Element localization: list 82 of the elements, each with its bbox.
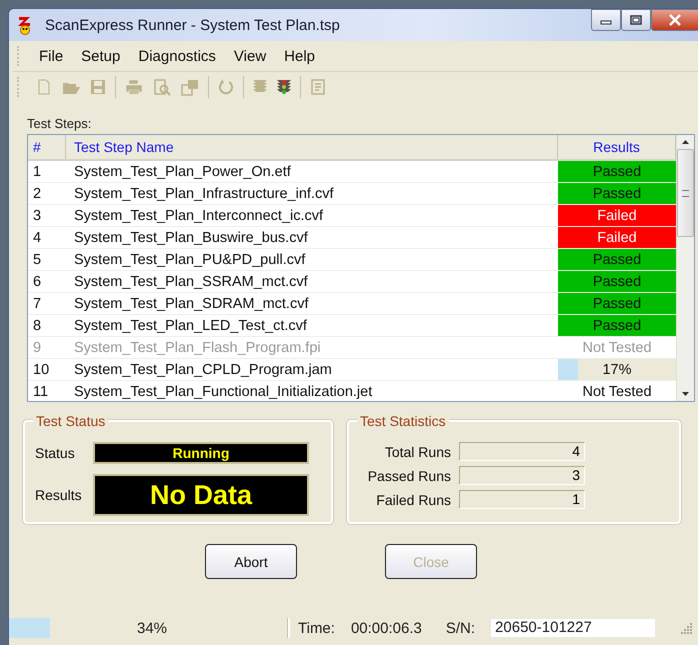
section-label: Test Steps: — [27, 116, 92, 131]
table-row[interactable]: 4 System_Test_Plan_Buswire_bus.cvf Failed — [28, 227, 676, 249]
printer-icon — [124, 78, 144, 96]
table-cell-text: System_Test_Plan_Interconnect_ic.cvf — [73, 206, 324, 226]
report-icon — [309, 78, 327, 96]
table-cell-text: 6 — [32, 272, 42, 292]
table-row[interactable]: 6 System_Test_Plan_SSRAM_mct.cvf Passed — [28, 271, 676, 293]
table-cell-text: System_Test_Plan_LED_Test_ct.cvf — [73, 316, 308, 336]
maximize-button[interactable] — [621, 9, 651, 31]
traffic-light-icon — [276, 77, 292, 97]
table-cell-text: System_Test_Plan_Power_On.etf — [73, 162, 292, 182]
serial-number-field: 20650-101227 — [491, 619, 656, 637]
table-cell-text: 3 — [32, 206, 42, 226]
table-row[interactable]: 7 System_Test_Plan_SDRAM_mct.cvf Passed — [28, 293, 676, 315]
dialog-button[interactable]: Abort — [205, 544, 297, 579]
field-label: Total Runs — [384, 444, 451, 460]
table-cell-text: 11 — [32, 382, 50, 401]
result-cell: Passed — [558, 315, 676, 336]
menu-item[interactable]: File — [30, 46, 72, 66]
table-row[interactable]: 8 System_Test_Plan_LED_Test_ct.cvf Passed — [28, 315, 676, 337]
table-cell-text: System_Test_Plan_CPLD_Program.jam — [73, 360, 333, 380]
result-cell: Failed — [558, 205, 676, 226]
field-label: Results — [35, 487, 83, 503]
table-row[interactable]: 10 System_Test_Plan_CPLD_Program.jam 17% — [28, 359, 676, 381]
window-title: ScanExpress Runner - System Test Plan.tsp — [45, 16, 341, 34]
table-cell-text: System_Test_Plan_Flash_Program.fpi — [73, 338, 322, 358]
table-cell-text: 2 — [32, 184, 42, 204]
table-row[interactable]: 11 System_Test_Plan_Functional_Initialization.jet Not Tested — [28, 381, 676, 401]
value-field: 3 — [459, 466, 585, 485]
field-label: Passed Runs — [366, 468, 451, 484]
table-cell-text: System_Test_Plan_Buswire_bus.cvf — [73, 228, 309, 248]
result-cell: Failed — [558, 227, 676, 248]
table-row[interactable]: 2 System_Test_Plan_Infrastructure_inf.cvf Passed — [28, 183, 676, 205]
group-title: Test Status — [33, 413, 108, 429]
table-cell-text: 7 — [32, 294, 42, 314]
table-row[interactable]: 1 System_Test_Plan_Power_On.etf Passed — [28, 161, 676, 183]
serial-label: S/N: — [446, 620, 476, 636]
table-cell-text: 10 — [32, 360, 50, 380]
menu-item[interactable]: Setup — [72, 46, 130, 66]
table-row[interactable]: 3 System_Test_Plan_Interconnect_ic.cvf Failed — [28, 205, 676, 227]
minimize-button[interactable] — [591, 9, 621, 31]
close-button[interactable] — [651, 9, 698, 31]
column-header[interactable]: # — [28, 135, 66, 159]
table-cell-text: 1 — [32, 162, 42, 182]
table-cell-text: System_Test_Plan_Infrastructure_inf.cvf — [73, 184, 335, 204]
menu-item[interactable]: Diagnostics — [129, 46, 225, 66]
table-cell-text: System_Test_Plan_PU&PD_pull.cvf — [73, 250, 306, 270]
group-title: Test Statistics — [357, 413, 449, 429]
value-field: 1 — [459, 490, 585, 509]
table-cell-text: System_Test_Plan_SDRAM_mct.cvf — [73, 294, 310, 314]
column-header[interactable]: Test Step Name — [66, 135, 558, 159]
scrollbar[interactable] — [676, 135, 694, 401]
menu-item[interactable]: View — [224, 46, 276, 66]
magnifier-page-icon — [152, 78, 172, 96]
table-cell-text: System_Test_Plan_SSRAM_mct.cvf — [73, 272, 309, 292]
status-display: Running — [93, 442, 309, 464]
result-cell: Passed — [558, 183, 676, 204]
result-cell: Passed — [558, 271, 676, 292]
result-cell: Passed — [558, 161, 676, 182]
value-field: 4 — [459, 442, 585, 461]
progress-percent: 34% — [137, 620, 168, 636]
resize-grip-icon — [681, 622, 693, 634]
table-cell-text: 4 — [32, 228, 42, 248]
time-value: 00:00:06.3 — [350, 620, 422, 636]
scroll-thumb[interactable] — [677, 149, 694, 237]
field-label: Status — [35, 445, 76, 461]
results-display: No Data — [93, 474, 309, 516]
field-label: Failed Runs — [375, 492, 451, 508]
table-cell-text: 8 — [32, 316, 42, 336]
maximize-icon — [630, 15, 642, 25]
table-cell-text: 5 — [32, 250, 42, 270]
close-icon — [668, 14, 682, 26]
time-label: Time: — [298, 620, 335, 636]
result-cell: Passed — [558, 249, 676, 270]
table-cell-text: 9 — [32, 338, 42, 358]
menu-item[interactable]: Help — [275, 46, 324, 66]
table-cell-text: System_Test_Plan_Functional_Initialization.jet — [73, 382, 374, 401]
table-row[interactable]: 5 System_Test_Plan_PU&PD_pull.cvf Passed — [28, 249, 676, 271]
progress-text: 17% — [602, 362, 632, 378]
refresh-icon — [217, 78, 235, 96]
page-settings-icon — [180, 78, 200, 96]
result-cell: Passed — [558, 293, 676, 314]
